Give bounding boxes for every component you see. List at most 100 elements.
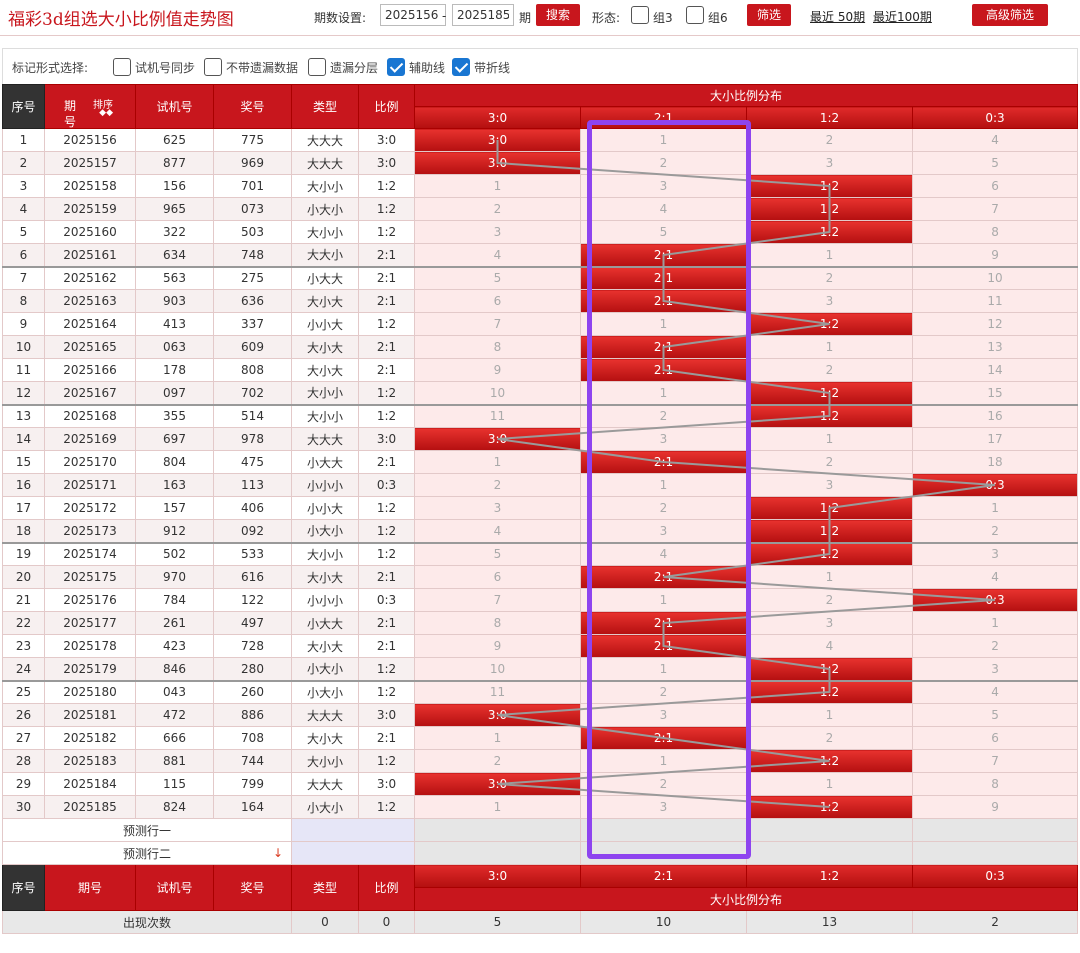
table-row[interactable]: 25 2025180 043 260 小大小 1:2 11 2 1:2 4 xyxy=(2,680,1079,704)
dist-hit-cell: 1:2 xyxy=(746,404,913,428)
period-from-input[interactable] xyxy=(380,4,446,26)
footer-seq-header: 序号 xyxy=(2,864,45,911)
table-row[interactable]: 4 2025159 965 073 小大小 1:2 2 4 1:2 7 xyxy=(2,197,1079,221)
table-row[interactable]: 6 2025161 634 748 大大小 2:1 4 2:1 1 9 xyxy=(2,243,1079,268)
recent-50-link[interactable]: 最近 50期 xyxy=(810,8,865,25)
omission-layer-checkbox[interactable] xyxy=(308,58,326,76)
dist-col-0-3: 0:3 xyxy=(911,106,1079,129)
advanced-filter-button[interactable]: 高级筛选 xyxy=(972,4,1048,26)
table-row[interactable]: 22 2025177 261 497 小大大 2:1 8 2:1 3 1 xyxy=(2,611,1079,635)
guide-line-checkbox[interactable] xyxy=(387,58,405,76)
polyline-checkbox[interactable] xyxy=(452,58,470,76)
cell-issue: 2025175 xyxy=(44,565,136,589)
cell-issue: 2025177 xyxy=(44,611,136,635)
table-row[interactable]: 10 2025165 063 609 大小大 2:1 8 2:1 1 13 xyxy=(2,335,1079,359)
table-row[interactable]: 24 2025179 846 280 小大小 1:2 10 1 1:2 3 xyxy=(2,657,1079,682)
table-row[interactable]: 2 2025157 877 969 大大大 3:0 3:0 2 3 5 xyxy=(2,151,1079,175)
predict-row-1-cell[interactable] xyxy=(414,818,581,842)
table-row[interactable]: 18 2025173 912 092 小大小 1:2 4 3 1:2 2 xyxy=(2,519,1079,544)
sync-trial-checkbox[interactable] xyxy=(113,58,131,76)
table-row[interactable]: 7 2025162 563 275 小大大 2:1 5 2:1 2 10 xyxy=(2,266,1079,290)
dist-omission-cell: 3 xyxy=(580,703,747,727)
dist-col-1-2: 1:2 xyxy=(746,106,913,129)
table-row[interactable]: 19 2025174 502 533 大小小 1:2 5 4 1:2 3 xyxy=(2,542,1079,566)
col-ratio-header: 比例 xyxy=(358,84,415,129)
dist-omission-cell: 3 xyxy=(746,289,913,313)
search-button[interactable]: 搜索 xyxy=(536,4,580,26)
table-row[interactable]: 20 2025175 970 616 大小大 2:1 6 2:1 1 4 xyxy=(2,565,1079,589)
cell-issue: 2025168 xyxy=(44,404,136,428)
predict-row-1-cell[interactable] xyxy=(746,818,913,842)
no-omission-checkbox[interactable] xyxy=(204,58,222,76)
col-issue-header[interactable]: 期号 排序 ◆◆ xyxy=(44,84,136,129)
table-row[interactable]: 17 2025172 157 406 小小大 1:2 3 2 1:2 1 xyxy=(2,496,1079,520)
sort-icon[interactable]: ◆◆ xyxy=(99,109,113,118)
table-row[interactable]: 8 2025163 903 636 大小大 2:1 6 2:1 3 11 xyxy=(2,289,1079,313)
cell-type: 大小大 xyxy=(291,565,359,589)
cell-trial: 804 xyxy=(135,450,214,474)
stats-label: 出现次数 xyxy=(2,910,292,934)
predict-row-2-cell[interactable] xyxy=(911,841,1079,865)
dist-omission-cell: 6 xyxy=(414,565,581,589)
cell-seq: 1 xyxy=(2,128,45,152)
cell-issue: 2025173 xyxy=(44,519,136,544)
table-row[interactable]: 1 2025156 625 775 大大大 3:0 3:0 1 2 4 xyxy=(2,128,1079,152)
cell-trial: 634 xyxy=(135,243,214,268)
cell-seq: 29 xyxy=(2,772,45,796)
col-seq-header: 序号 xyxy=(2,84,45,129)
cell-type: 小大小 xyxy=(291,657,359,682)
predict-row-2-cell[interactable] xyxy=(414,841,581,865)
cell-seq: 28 xyxy=(2,749,45,773)
table-row[interactable]: 11 2025166 178 808 大小大 2:1 9 2:1 2 14 xyxy=(2,358,1079,382)
table-row[interactable]: 3 2025158 156 701 大小小 1:2 1 3 1:2 6 xyxy=(2,174,1079,198)
predict-row-1-cell[interactable] xyxy=(911,818,1079,842)
cell-ratio: 1:2 xyxy=(358,312,415,336)
cell-type: 大大大 xyxy=(291,128,359,152)
cell-issue: 2025158 xyxy=(44,174,136,198)
cell-issue: 2025160 xyxy=(44,220,136,244)
table-row[interactable]: 30 2025185 824 164 小大小 1:2 1 3 1:2 9 xyxy=(2,795,1079,819)
dist-hit-cell: 1:2 xyxy=(746,749,913,773)
table-row[interactable]: 13 2025168 355 514 大小小 1:2 11 2 1:2 16 xyxy=(2,404,1079,428)
group6-checkbox[interactable] xyxy=(686,6,704,24)
cell-prize: 636 xyxy=(213,289,292,313)
period-to-input[interactable] xyxy=(452,4,514,26)
filter-button[interactable]: 筛选 xyxy=(747,4,791,26)
predict-row-2-cell[interactable] xyxy=(291,841,415,865)
dist-omission-cell: 15 xyxy=(911,381,1079,406)
table-row[interactable]: 21 2025176 784 122 小小小 0:3 7 1 2 0:3 xyxy=(2,588,1079,612)
cell-prize: 799 xyxy=(213,772,292,796)
down-arrow-icon[interactable]: ↓ xyxy=(273,846,283,860)
predict-row-2-cell[interactable] xyxy=(580,841,747,865)
table-row[interactable]: 28 2025183 881 744 大小小 1:2 2 1 1:2 7 xyxy=(2,749,1079,773)
predict-row-2-cell[interactable] xyxy=(746,841,913,865)
dist-hit-cell: 3:0 xyxy=(414,151,581,175)
table-row[interactable]: 15 2025170 804 475 小大大 2:1 1 2:1 2 18 xyxy=(2,450,1079,474)
cell-trial: 903 xyxy=(135,289,214,313)
table-row[interactable]: 27 2025182 666 708 大小大 2:1 1 2:1 2 6 xyxy=(2,726,1079,750)
table-row[interactable]: 29 2025184 115 799 大大大 3:0 3:0 2 1 8 xyxy=(2,772,1079,796)
table-row[interactable]: 12 2025167 097 702 大小小 1:2 10 1 1:2 15 xyxy=(2,381,1079,406)
group3-checkbox[interactable] xyxy=(631,6,649,24)
cell-ratio: 1:2 xyxy=(358,197,415,221)
cell-trial: 784 xyxy=(135,588,214,612)
table-row[interactable]: 14 2025169 697 978 大大大 3:0 3:0 3 1 17 xyxy=(2,427,1079,451)
table-row[interactable]: 26 2025181 472 886 大大大 3:0 3:0 3 1 5 xyxy=(2,703,1079,727)
stats-ratio-count: 0 xyxy=(358,910,415,934)
dist-omission-cell: 3 xyxy=(414,220,581,244)
table-row[interactable]: 16 2025171 163 113 小小小 0:3 2 1 3 0:3 xyxy=(2,473,1079,497)
cell-seq: 10 xyxy=(2,335,45,359)
dist-omission-cell: 1 xyxy=(580,473,747,497)
cell-ratio: 2:1 xyxy=(358,243,415,268)
predict-row-1-cell[interactable] xyxy=(580,818,747,842)
table-row[interactable]: 5 2025160 322 503 大小小 1:2 3 5 1:2 8 xyxy=(2,220,1079,244)
cell-ratio: 1:2 xyxy=(358,496,415,520)
table-row[interactable]: 23 2025178 423 728 大小大 2:1 9 2:1 4 2 xyxy=(2,634,1079,658)
predict-row-1-cell[interactable] xyxy=(291,818,415,842)
table-row[interactable]: 9 2025164 413 337 小小大 1:2 7 1 1:2 12 xyxy=(2,312,1079,336)
dist-omission-cell: 4 xyxy=(414,243,581,268)
dist-hit-cell: 1:2 xyxy=(746,542,913,566)
dist-omission-cell: 5 xyxy=(911,703,1079,727)
recent-100-link[interactable]: 最近100期 xyxy=(873,8,932,25)
footer-trial-header: 试机号 xyxy=(135,864,214,911)
